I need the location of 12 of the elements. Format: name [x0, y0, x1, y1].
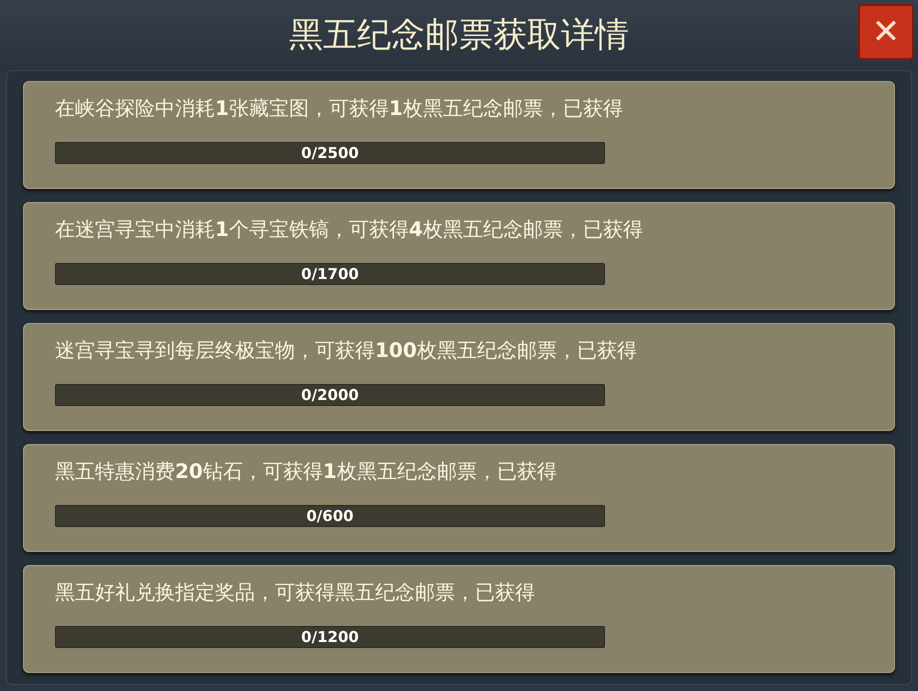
- task-description: 迷宫寻宝寻到每层终极宝物，可获得100枚黑五纪念邮票，已获得: [55, 338, 638, 362]
- progress-reading: 0/600: [306, 507, 354, 525]
- task-description: 在峡谷探险中消耗1张藏宝图，可获得1枚黑五纪念邮票，已获得: [55, 96, 624, 120]
- task-description: 黑五好礼兑换指定奖品，可获得黑五纪念邮票，已获得: [55, 580, 536, 604]
- task-description: 在迷宫寻宝中消耗1个寻宝铁镐，可获得4枚黑五纪念邮票，已获得: [55, 217, 644, 241]
- task-description: 黑五特惠消费20钻石，可获得1枚黑五纪念邮票，已获得: [55, 459, 558, 483]
- progress-reading: 0/2000: [301, 386, 359, 404]
- close-button[interactable]: ✕: [858, 4, 914, 60]
- progress-reading: 0/1200: [301, 628, 359, 646]
- window-title: 黑五纪念邮票获取详情: [289, 18, 629, 52]
- progress-reading: 0/2500: [301, 144, 359, 162]
- progress-reading: 0/1700: [301, 265, 359, 283]
